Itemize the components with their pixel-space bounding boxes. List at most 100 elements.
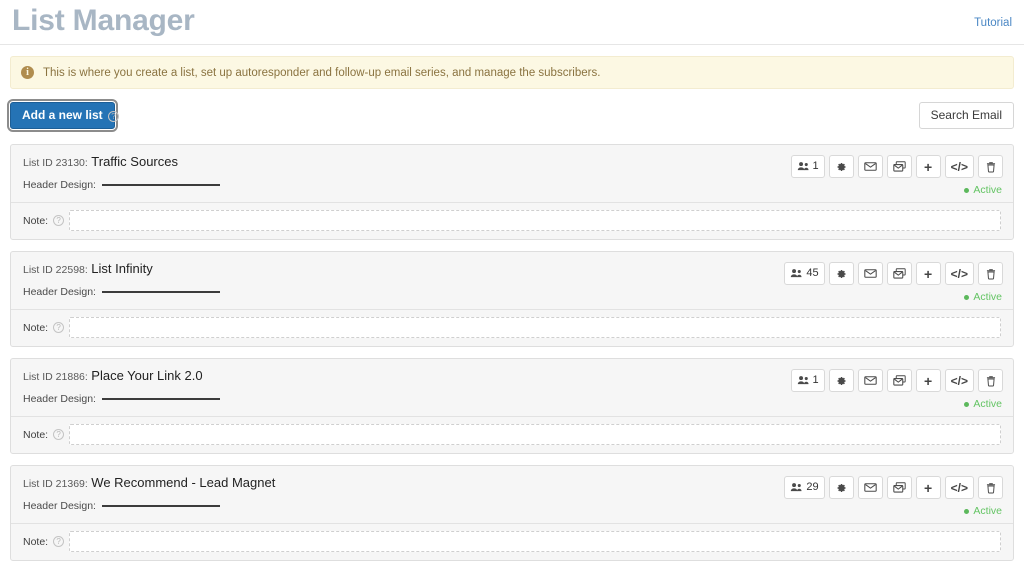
envelope-series-icon bbox=[892, 160, 906, 173]
list-card: List ID 22598: List Infinity Header Desig… bbox=[10, 251, 1014, 347]
list-manager-page: List Manager Tutorial i This is where yo… bbox=[0, 0, 1024, 565]
header-design-rule bbox=[101, 290, 220, 293]
list-card-actions: 1 + </> bbox=[790, 369, 1003, 392]
header-design-rule bbox=[101, 397, 220, 400]
info-banner: i This is where you create a list, set u… bbox=[10, 56, 1014, 89]
trash-icon bbox=[985, 482, 997, 494]
envelope-button[interactable] bbox=[857, 369, 883, 392]
envelope-series-icon bbox=[892, 374, 906, 387]
trash-button[interactable] bbox=[978, 476, 1003, 499]
add-new-list-button[interactable]: Add a new list bbox=[7, 98, 118, 133]
list-card-note-row: Note:? bbox=[11, 309, 1013, 346]
note-label: Note: bbox=[23, 214, 49, 227]
envelope-button[interactable] bbox=[857, 155, 883, 178]
status-badge: Active bbox=[964, 398, 1002, 410]
list-card-actions: 29 + </> bbox=[784, 476, 1003, 499]
trash-icon bbox=[985, 268, 997, 280]
info-icon: i bbox=[21, 66, 34, 79]
subscribers-icon bbox=[790, 267, 803, 280]
plus-icon: + bbox=[924, 265, 933, 282]
header-design-row: Header Design: bbox=[23, 179, 1001, 191]
gear-button[interactable] bbox=[828, 155, 854, 178]
envelope-series-button[interactable] bbox=[886, 155, 912, 178]
list-name: Traffic Sources bbox=[91, 154, 178, 169]
note-input[interactable] bbox=[69, 317, 1001, 338]
page-title: List Manager bbox=[12, 4, 195, 37]
status-label: Active bbox=[973, 505, 1002, 517]
status-label: Active bbox=[973, 184, 1002, 196]
subscribers-button[interactable]: 29 bbox=[784, 476, 825, 499]
help-icon[interactable]: ? bbox=[53, 322, 65, 333]
page-header: List Manager Tutorial bbox=[0, 0, 1024, 45]
header-design-row: Header Design: bbox=[23, 286, 1001, 298]
envelope-button[interactable] bbox=[857, 476, 883, 499]
add-button[interactable]: + bbox=[915, 369, 941, 392]
subscribers-icon bbox=[797, 374, 810, 387]
help-icon[interactable]: ? bbox=[53, 536, 65, 547]
code-button[interactable]: </> bbox=[944, 476, 974, 499]
envelope-series-button[interactable] bbox=[886, 369, 912, 392]
list-card-main: List ID 21886: Place Your Link 2.0 Header… bbox=[11, 359, 1013, 416]
plus-icon: + bbox=[924, 372, 933, 389]
header-design-row: Header Design: bbox=[23, 500, 1001, 512]
code-button[interactable]: </> bbox=[944, 369, 974, 392]
gear-icon bbox=[835, 375, 847, 387]
list-card: List ID 21886: Place Your Link 2.0 Header… bbox=[10, 358, 1014, 454]
list-card: List ID 21369: We Recommend - Lead Magne… bbox=[10, 465, 1014, 561]
trash-button[interactable] bbox=[978, 369, 1003, 392]
envelope-button[interactable] bbox=[857, 262, 883, 285]
trash-icon bbox=[985, 375, 997, 387]
header-design-label: Header Design: bbox=[23, 285, 96, 298]
list-card-note-row: Note:? bbox=[11, 416, 1013, 453]
trash-button[interactable] bbox=[978, 262, 1003, 285]
subscribers-icon bbox=[797, 160, 810, 173]
help-icon[interactable]: ? bbox=[53, 215, 65, 226]
gear-button[interactable] bbox=[828, 262, 854, 285]
envelope-icon bbox=[863, 374, 877, 387]
subscribers-button[interactable]: 1 bbox=[790, 369, 825, 392]
list-id: List ID 22598: bbox=[23, 264, 88, 276]
help-icon[interactable]: ? bbox=[108, 111, 119, 122]
add-button[interactable]: + bbox=[915, 262, 941, 285]
trash-button[interactable] bbox=[978, 155, 1003, 178]
code-button[interactable]: </> bbox=[944, 155, 974, 178]
envelope-series-button[interactable] bbox=[886, 262, 912, 285]
code-icon: </> bbox=[950, 266, 968, 281]
gear-button[interactable] bbox=[828, 476, 854, 499]
envelope-icon bbox=[863, 160, 877, 173]
help-icon[interactable]: ? bbox=[53, 429, 65, 440]
envelope-icon bbox=[863, 267, 877, 280]
status-badge: Active bbox=[964, 505, 1002, 517]
tutorial-link[interactable]: Tutorial bbox=[974, 17, 1012, 29]
list-name: We Recommend - Lead Magnet bbox=[91, 475, 276, 490]
list-card-actions: 45 + </> bbox=[784, 262, 1003, 285]
add-button[interactable]: + bbox=[915, 476, 941, 499]
subscribers-button[interactable]: 45 bbox=[784, 262, 825, 285]
gear-icon bbox=[835, 161, 847, 173]
code-button[interactable]: </> bbox=[944, 262, 974, 285]
status-label: Active bbox=[973, 398, 1002, 410]
gear-icon bbox=[835, 268, 847, 280]
list-card-actions: 1 + </> bbox=[790, 155, 1003, 178]
add-button[interactable]: + bbox=[915, 155, 941, 178]
envelope-series-button[interactable] bbox=[886, 476, 912, 499]
header-design-label: Header Design: bbox=[23, 178, 96, 191]
list-name: List Infinity bbox=[91, 261, 153, 276]
toolbar: Add a new list ? Search Email bbox=[7, 98, 1014, 133]
list-card-main: List ID 23130: Traffic Sources Header Des… bbox=[11, 145, 1013, 202]
status-badge: Active bbox=[964, 291, 1002, 303]
note-label: Note: bbox=[23, 428, 49, 441]
subscriber-count: 45 bbox=[806, 267, 819, 279]
note-input[interactable] bbox=[69, 210, 1001, 231]
search-email-button[interactable]: Search Email bbox=[918, 102, 1014, 130]
info-banner-text: This is where you create a list, set up … bbox=[43, 66, 601, 79]
list-name: Place Your Link 2.0 bbox=[91, 368, 203, 383]
note-input[interactable] bbox=[69, 531, 1001, 552]
plus-icon: + bbox=[924, 479, 933, 496]
gear-button[interactable] bbox=[828, 369, 854, 392]
subscribers-button[interactable]: 1 bbox=[790, 155, 825, 178]
list-id: List ID 21369: bbox=[23, 478, 88, 490]
status-dot-icon bbox=[964, 294, 970, 300]
code-icon: </> bbox=[950, 373, 968, 388]
note-input[interactable] bbox=[69, 424, 1001, 445]
